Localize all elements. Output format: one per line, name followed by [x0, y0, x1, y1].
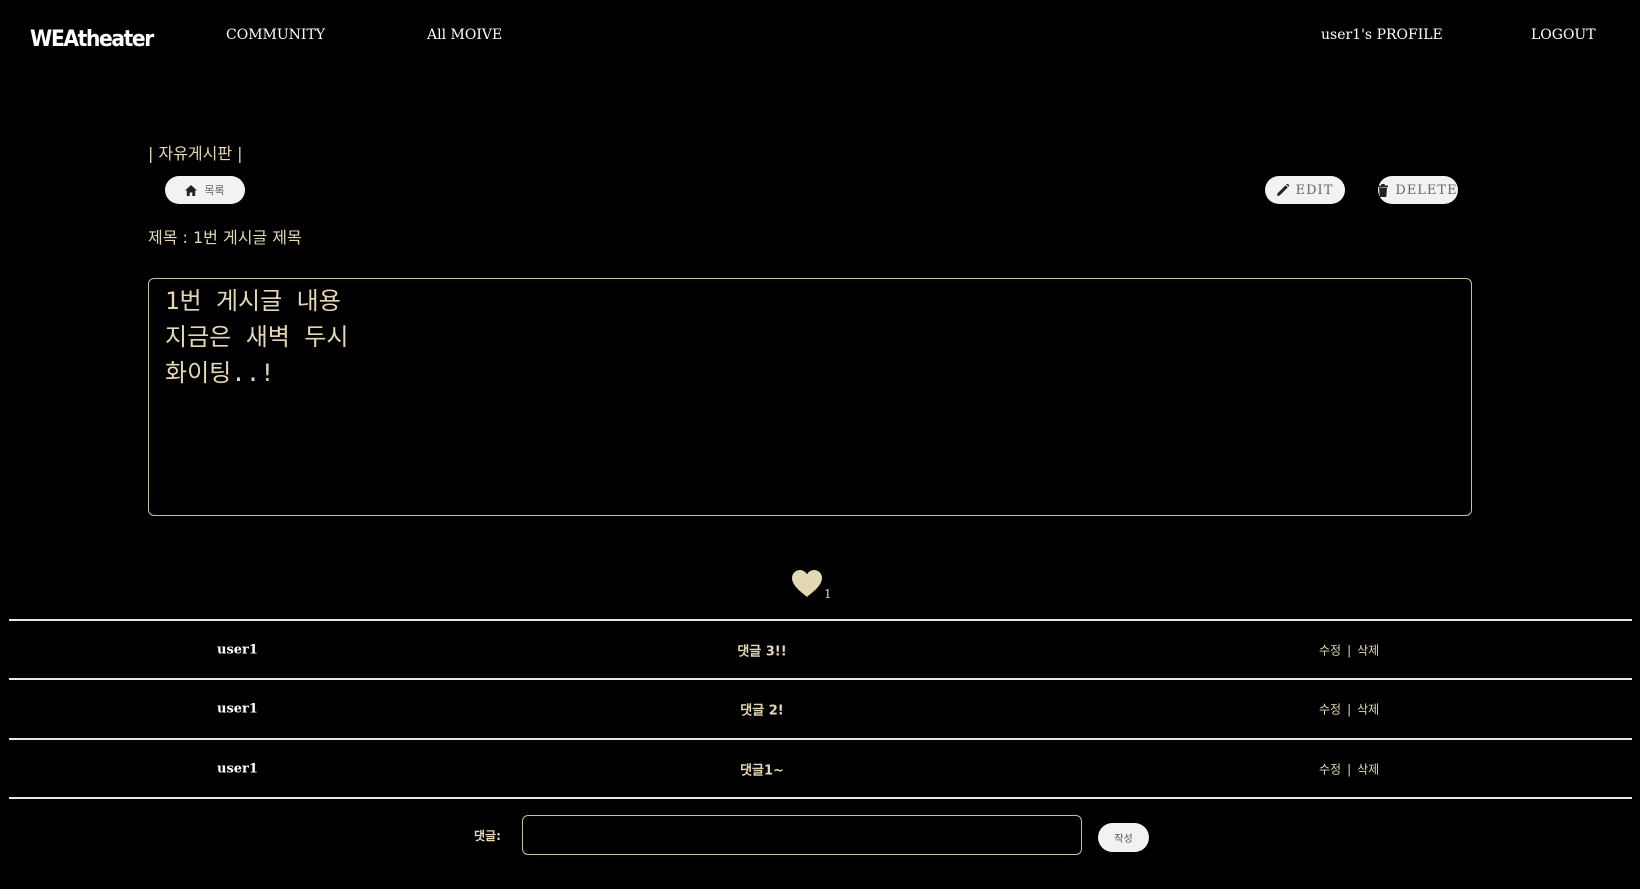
- comment-actions: 수정 | 삭제: [1319, 761, 1379, 778]
- separator: |: [1347, 702, 1352, 717]
- comment-author: user1: [217, 701, 258, 717]
- comment-row: user1 댓글1~ 수정 | 삭제: [9, 740, 1632, 798]
- comment-actions: 수정 | 삭제: [1319, 642, 1379, 659]
- separator: |: [1347, 762, 1352, 777]
- brand-logo[interactable]: WEAtheater: [30, 27, 154, 52]
- home-icon: [185, 184, 198, 196]
- comment-delete-link[interactable]: 삭제: [1357, 763, 1379, 777]
- comment-actions: 수정 | 삭제: [1319, 701, 1379, 718]
- post-content: 1번 게시글 내용 지금은 새벽 두시 화이팅..!: [148, 278, 1472, 516]
- comment-edit-link[interactable]: 수정: [1319, 703, 1341, 717]
- post-title: 제목 : 1번 게시글 제목: [148, 228, 302, 247]
- separator: |: [1347, 643, 1352, 658]
- comment-edit-link[interactable]: 수정: [1319, 644, 1341, 658]
- comment-row: user1 댓글 2! 수정 | 삭제: [9, 680, 1632, 738]
- list-button[interactable]: 목록: [165, 176, 245, 204]
- post-content-line: 1번 게시글 내용: [165, 287, 341, 315]
- comment-text: 댓글1~: [740, 763, 784, 779]
- like-count: 1: [824, 587, 832, 601]
- post-content-line: 지금은 새벽 두시: [165, 323, 349, 351]
- comment-row: user1 댓글 3!! 수정 | 삭제: [9, 621, 1632, 679]
- comment-delete-link[interactable]: 삭제: [1357, 703, 1379, 717]
- nav-profile[interactable]: user1's PROFILE: [1321, 27, 1443, 43]
- like-button[interactable]: 1: [792, 570, 832, 601]
- edit-button-label: EDIT: [1295, 182, 1334, 198]
- comment-author: user1: [217, 761, 258, 777]
- board-title: | 자유게시판 |: [148, 144, 243, 163]
- comment-submit-button[interactable]: 작성: [1098, 823, 1149, 852]
- comment-edit-link[interactable]: 수정: [1319, 763, 1341, 777]
- nav-community[interactable]: COMMUNITY: [226, 27, 325, 43]
- list-button-label: 목록: [204, 184, 225, 197]
- nav-all-movie[interactable]: All MOIVE: [427, 27, 502, 43]
- nav-logout[interactable]: LOGOUT: [1531, 27, 1596, 43]
- trash-icon: [1378, 183, 1389, 197]
- delete-button[interactable]: DELETE: [1378, 176, 1458, 204]
- comment-label: 댓글:: [474, 829, 501, 843]
- pencil-icon: [1276, 184, 1289, 196]
- heart-icon: [792, 570, 822, 601]
- comment-text: 댓글 3!!: [737, 644, 787, 660]
- comment-author: user1: [217, 642, 258, 658]
- divider: [9, 797, 1632, 799]
- comment-delete-link[interactable]: 삭제: [1357, 644, 1379, 658]
- post-content-line: 화이팅..!: [165, 359, 275, 387]
- edit-button[interactable]: EDIT: [1265, 176, 1345, 204]
- delete-button-label: DELETE: [1395, 182, 1458, 198]
- comment-input[interactable]: [522, 815, 1082, 855]
- comment-text: 댓글 2!: [740, 703, 784, 719]
